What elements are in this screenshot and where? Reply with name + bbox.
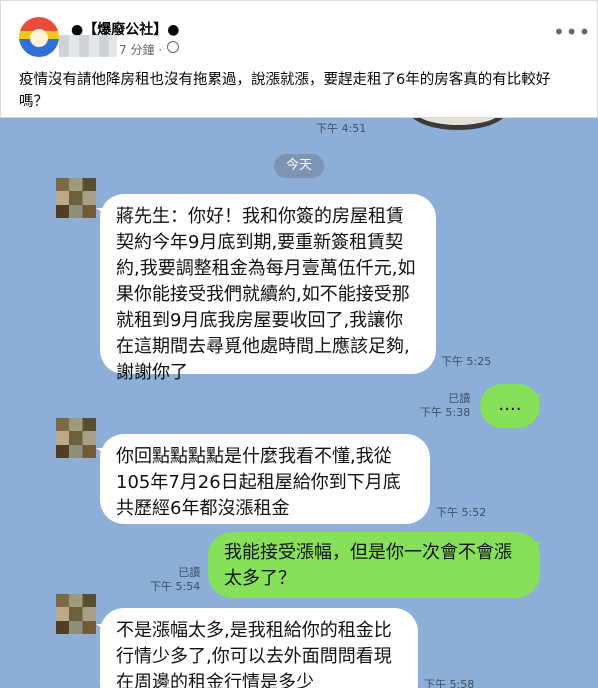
message-bubble: 你回點點點點是什麼我看不懂,我從105年7月26日起租屋給你到下月底共歷經6年都… <box>100 434 430 524</box>
message-bubble: .... <box>480 384 540 428</box>
message-bubble: 不是漲幅太多,是我租給你的租金比行情少多了,你可以去外面問問看現在周邊的租金行情… <box>100 608 418 688</box>
sticker-partial <box>408 118 508 130</box>
contact-avatar <box>56 594 96 634</box>
read-label: 已讀 <box>178 566 201 579</box>
message-time: 下午 5:38 <box>420 406 471 419</box>
read-receipt: 已讀 下午 5:38 <box>420 392 470 420</box>
contact-avatar <box>56 418 96 458</box>
message-time: 下午 4:51 <box>316 122 367 135</box>
facebook-post-header: ●【爆廢公社】● 7 分鐘 · ••• 疫情沒有請他降房租也沒有拖累過，說漲就漲… <box>0 0 598 118</box>
post-time[interactable]: 7 分鐘 · <box>119 41 162 58</box>
date-divider: 今天 <box>274 154 324 178</box>
message-bubble: 我能接受漲幅，但是你一次會不會漲太多了？ <box>208 532 540 598</box>
read-label: 已讀 <box>448 392 471 405</box>
page-avatar[interactable] <box>19 17 59 57</box>
post-text: 疫情沒有請他降房租也沒有拖累過，說漲就漲，要趕走租了6年的房客真的有比較好嗎？ <box>19 72 551 110</box>
pixelated-name <box>59 35 117 57</box>
read-receipt: 已讀 下午 5:54 <box>150 566 200 594</box>
message-time: 下午 5:52 <box>436 506 487 519</box>
line-chat-screenshot: 下午 4:51 今天 蔣先生：你好！我和你簽的房屋租賃契約今年9月底到期,要重新… <box>0 118 598 688</box>
message-time: 下午 5:54 <box>150 580 201 593</box>
message-time: 下午 5:25 <box>441 355 492 368</box>
message-time: 下午 5:58 <box>424 678 475 688</box>
contact-avatar <box>56 178 96 218</box>
more-options-icon[interactable]: ••• <box>553 22 591 42</box>
globe-icon <box>167 41 179 53</box>
message-bubble: 蔣先生：你好！我和你簽的房屋租賃契約今年9月底到期,要重新簽租賃契約,我要調整租… <box>100 194 436 383</box>
